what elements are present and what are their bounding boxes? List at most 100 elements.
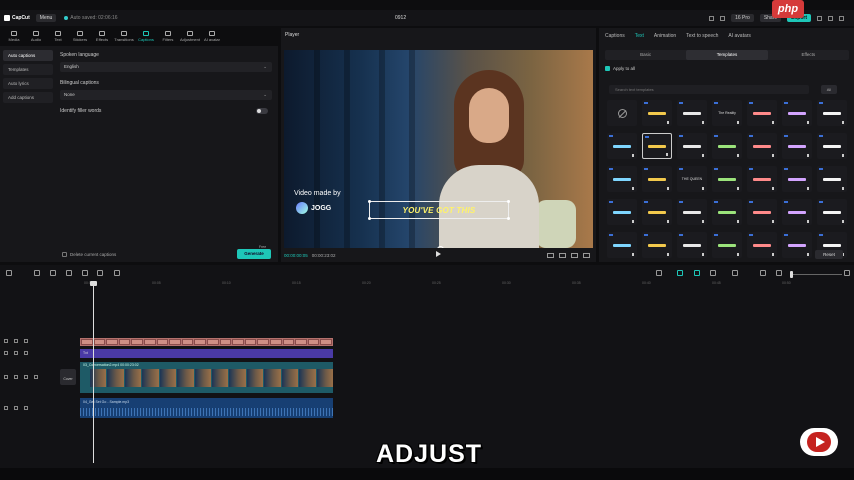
side-item-templates[interactable]: Templates <box>3 64 53 75</box>
download-icon[interactable] <box>737 187 739 190</box>
video-preview[interactable]: Video made by JOGG YOU'VE GOT THIS <box>284 50 593 248</box>
template-item[interactable] <box>607 199 637 225</box>
template-item[interactable] <box>677 232 707 258</box>
tab-text[interactable]: Text <box>635 33 644 39</box>
download-icon[interactable] <box>807 121 809 124</box>
download-icon[interactable] <box>667 220 669 223</box>
delete-captions-checkbox[interactable] <box>62 252 67 257</box>
playhead[interactable] <box>90 281 97 463</box>
ratio-icon[interactable] <box>571 252 578 258</box>
download-icon[interactable] <box>842 121 844 124</box>
template-item[interactable] <box>747 100 777 126</box>
template-item[interactable] <box>782 166 812 192</box>
side-item-auto-captions[interactable]: Auto captions <box>3 50 53 61</box>
template-item[interactable] <box>712 133 742 159</box>
template-item[interactable] <box>817 199 847 225</box>
template-item[interactable] <box>642 100 672 126</box>
split-right-icon[interactable] <box>97 270 103 276</box>
resize-handle[interactable] <box>507 217 510 220</box>
download-icon[interactable] <box>807 187 809 190</box>
template-item[interactable] <box>607 232 637 258</box>
download-icon[interactable] <box>807 220 809 223</box>
download-icon[interactable] <box>632 187 634 190</box>
resize-handle[interactable] <box>368 217 371 220</box>
caption-track[interactable] <box>80 338 333 346</box>
download-icon[interactable] <box>737 220 739 223</box>
spoken-language-select[interactable]: English ⌄ <box>60 62 272 72</box>
download-icon[interactable] <box>666 153 668 156</box>
tool-filters[interactable]: Filters <box>157 27 179 45</box>
subtab-effects[interactable]: Effects <box>768 50 849 60</box>
tab-animation[interactable]: Animation <box>654 33 676 39</box>
template-item[interactable] <box>747 232 777 258</box>
mic-icon[interactable] <box>656 270 662 276</box>
delete-icon[interactable] <box>114 270 120 276</box>
download-icon[interactable] <box>702 220 704 223</box>
zoom-slider-knob[interactable] <box>790 271 793 278</box>
maximize-icon[interactable] <box>828 15 833 21</box>
download-icon[interactable] <box>667 121 669 124</box>
template-item[interactable] <box>782 199 812 225</box>
redo-icon[interactable] <box>50 270 56 276</box>
template-item[interactable] <box>817 166 847 192</box>
template-item[interactable] <box>712 232 742 258</box>
template-none[interactable] <box>607 100 637 126</box>
template-item[interactable] <box>642 232 672 258</box>
lock-icon[interactable] <box>14 375 18 379</box>
project-title[interactable]: 0912 <box>395 15 406 21</box>
tool-transitions[interactable]: Transitions <box>113 27 135 45</box>
bilingual-select[interactable]: None ⌄ <box>60 90 272 100</box>
caption-clip[interactable] <box>131 339 143 345</box>
tool-audio[interactable]: Audio <box>25 27 47 45</box>
caption-clip[interactable] <box>206 339 219 345</box>
zoom-out-icon[interactable] <box>776 270 782 276</box>
zoom-slider[interactable] <box>790 274 842 275</box>
template-item[interactable] <box>782 232 812 258</box>
select-tool-icon[interactable] <box>6 270 12 276</box>
template-item[interactable] <box>677 100 707 126</box>
caption-clip[interactable] <box>169 339 181 345</box>
caption-clip[interactable] <box>143 339 156 345</box>
minimize-icon[interactable] <box>817 15 822 21</box>
template-filter-button[interactable]: All <box>821 85 837 94</box>
template-item[interactable]: The Reality <box>712 100 742 126</box>
layout-icon[interactable] <box>709 15 715 21</box>
split-icon[interactable] <box>66 270 72 276</box>
download-icon[interactable] <box>842 220 844 223</box>
lock-icon[interactable] <box>14 406 18 410</box>
zoom-in-icon[interactable] <box>844 270 850 276</box>
template-item[interactable] <box>642 199 672 225</box>
mute-icon[interactable] <box>24 406 28 410</box>
video-clip[interactable]: 03_Conversation2.mp4 00:00:23:02 <box>80 362 333 393</box>
rotate-icon[interactable] <box>437 246 444 248</box>
caption-clip[interactable] <box>232 339 244 345</box>
resize-handle[interactable] <box>507 200 510 203</box>
timeline-ruler[interactable]: 00:00 00:05 00:10 00:15 00:20 00:25 00:3… <box>80 281 854 289</box>
tab-ai-avatars[interactable]: AI avatars <box>728 33 751 39</box>
caption-clip[interactable] <box>320 339 332 345</box>
download-icon[interactable] <box>772 154 774 157</box>
tab-captions[interactable]: Captions <box>605 33 625 39</box>
template-item[interactable] <box>817 133 847 159</box>
lock-icon[interactable] <box>14 339 18 343</box>
caption-clip[interactable] <box>295 339 307 345</box>
template-search-input[interactable]: Search text templates <box>609 85 809 94</box>
tool-media[interactable]: Media <box>3 27 25 45</box>
visibility-icon[interactable] <box>24 375 28 379</box>
download-icon[interactable] <box>772 121 774 124</box>
resize-handle[interactable] <box>368 200 371 203</box>
fullscreen-icon[interactable] <box>583 252 590 258</box>
caption-clip[interactable] <box>118 339 131 345</box>
download-icon[interactable] <box>842 187 844 190</box>
caption-clip[interactable] <box>257 339 269 345</box>
download-icon[interactable] <box>702 187 704 190</box>
template-item[interactable] <box>677 199 707 225</box>
template-item[interactable] <box>677 133 707 159</box>
linkage-icon[interactable] <box>710 270 716 276</box>
text-clip[interactable]: Txt <box>80 349 333 358</box>
caption-clip[interactable] <box>81 339 93 345</box>
caption-clip[interactable] <box>282 339 295 345</box>
download-icon[interactable] <box>737 253 739 256</box>
visibility-icon[interactable] <box>24 351 28 355</box>
play-icon[interactable] <box>436 251 441 257</box>
